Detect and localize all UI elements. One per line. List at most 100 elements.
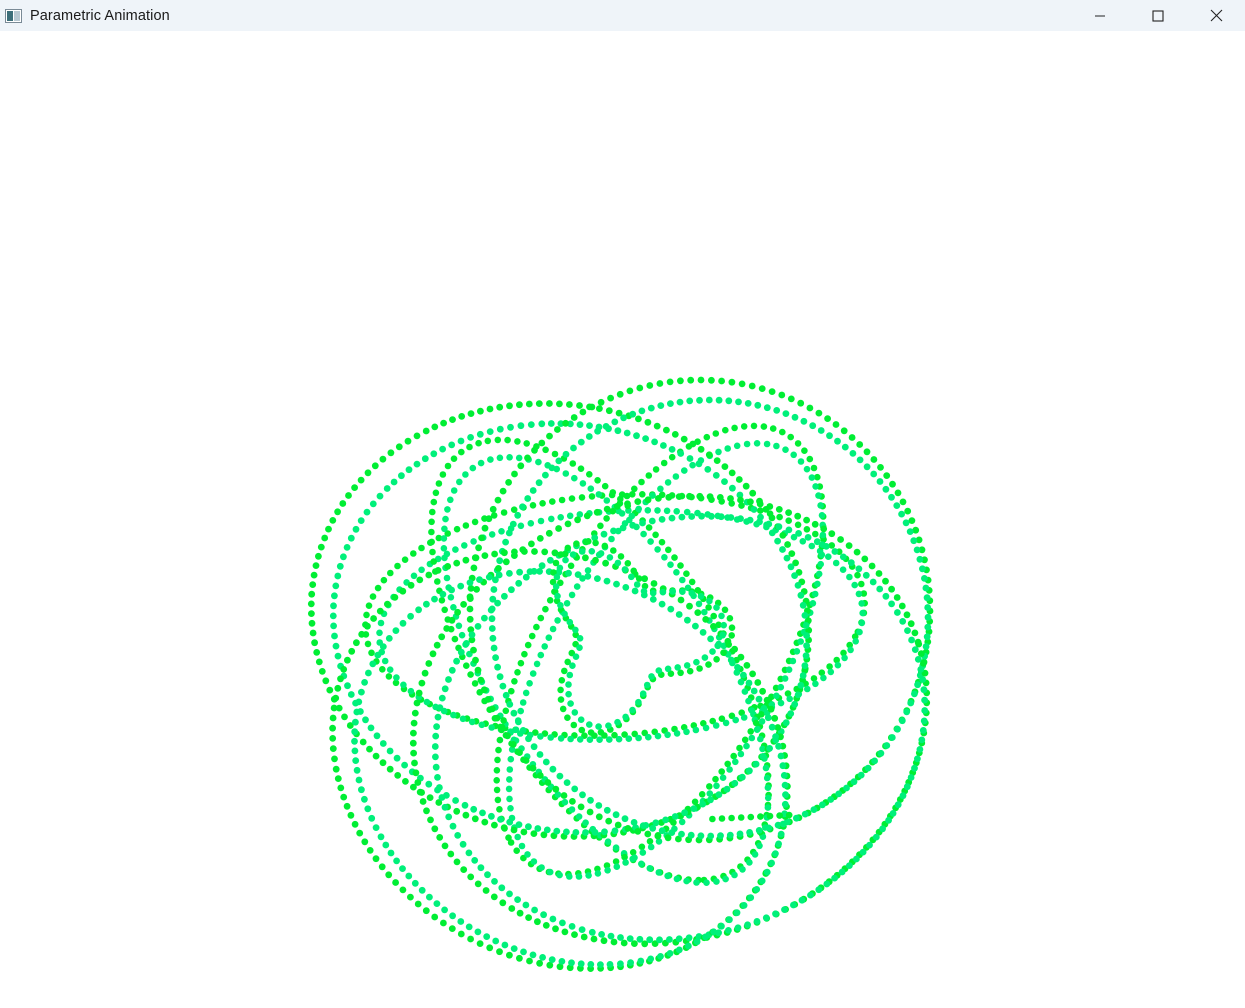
curve-dot (823, 880, 831, 888)
curve-dot (749, 489, 757, 497)
curve-dot (754, 401, 762, 409)
curve-dot (716, 494, 724, 501)
curve-dot (460, 866, 468, 873)
curve-dot (355, 776, 363, 784)
curve-dot (537, 517, 545, 525)
curve-dot (659, 588, 667, 596)
curve-dot (693, 658, 700, 666)
curve-dot (567, 700, 574, 707)
close-button[interactable] (1187, 0, 1245, 31)
curve-dot (596, 736, 603, 743)
curve-dot (522, 573, 530, 581)
curve-dot (703, 433, 711, 441)
curve-dot (425, 780, 433, 788)
curve-dot (683, 570, 690, 577)
curve-dot (582, 554, 589, 562)
curve-dot (648, 517, 656, 525)
curve-dot (702, 933, 709, 941)
curve-dot (639, 491, 646, 498)
curve-dot (502, 691, 510, 699)
curve-dot (646, 382, 654, 389)
curve-dot (479, 809, 486, 817)
curve-dot (340, 793, 348, 801)
curve-dot (680, 435, 688, 443)
curve-dot (785, 666, 793, 673)
curve-dot (696, 665, 703, 672)
title-bar[interactable]: Parametric Animation (0, 0, 1245, 31)
curve-dot (358, 688, 365, 696)
curve-dot (578, 926, 586, 933)
curve-dot (749, 670, 756, 678)
curve-dot (576, 635, 584, 642)
curve-dot (343, 802, 351, 810)
curve-dot (649, 589, 657, 597)
curve-dot (908, 636, 915, 644)
curve-dot (819, 801, 826, 809)
curve-dot (736, 744, 743, 752)
curve-dot (566, 401, 573, 408)
curve-dot (463, 662, 470, 669)
curve-dot (808, 474, 816, 481)
maximize-button[interactable] (1129, 0, 1187, 31)
curve-dot (595, 723, 602, 730)
curve-dot (359, 738, 367, 746)
curve-dot (531, 548, 538, 555)
curve-dot (727, 656, 735, 664)
curve-dot (707, 635, 714, 643)
curve-dot (614, 821, 622, 829)
curve-dot (336, 562, 344, 570)
curve-dot (517, 462, 525, 470)
curve-dot (692, 622, 699, 630)
minimize-button[interactable] (1071, 0, 1129, 31)
curve-dot (587, 729, 595, 736)
curve-dot (311, 639, 318, 647)
curve-dot (390, 478, 398, 486)
curve-dot (557, 686, 564, 694)
curve-dot (631, 485, 638, 493)
curve-dot (855, 565, 863, 573)
curve-dot (355, 698, 363, 706)
curve-dot (738, 380, 746, 388)
curve-dot (904, 507, 912, 515)
curve-dot (693, 938, 701, 946)
curve-dot (330, 704, 338, 712)
curve-dot (507, 423, 514, 431)
curve-dot (817, 560, 824, 568)
curve-dot (627, 959, 634, 966)
curve-dot (924, 613, 932, 621)
curve-dot (820, 525, 828, 533)
curve-dot (404, 437, 412, 445)
curve-dot (353, 766, 361, 774)
curve-dot (515, 821, 523, 828)
app-window-icon[interactable] (5, 8, 23, 24)
curve-dot (588, 548, 596, 555)
curve-dot (505, 529, 513, 537)
curve-dot (679, 576, 686, 584)
curve-dot (585, 872, 592, 879)
curve-dot (506, 402, 513, 410)
curve-dot (713, 878, 720, 885)
animation-canvas[interactable] (0, 31, 1245, 1008)
curve-dot (688, 589, 696, 597)
curve-dot (697, 593, 705, 600)
curve-dot (438, 694, 446, 702)
curve-dot (877, 749, 885, 757)
curve-dot (803, 642, 810, 649)
curve-dot (787, 710, 795, 717)
curve-dot (920, 686, 928, 694)
curve-dot (701, 654, 709, 661)
curve-dot (447, 496, 454, 504)
curve-dot (358, 630, 366, 638)
curve-dot (787, 433, 794, 441)
curve-dot (468, 718, 476, 726)
curve-dot (511, 548, 518, 556)
curve-dot (399, 886, 407, 894)
curve-dot (450, 711, 457, 719)
curve-dot (758, 385, 766, 392)
curve-dot (450, 487, 458, 494)
curve-dot (413, 432, 421, 440)
curve-dot (677, 377, 684, 385)
curve-dot (797, 399, 805, 407)
curve-dot (766, 745, 773, 752)
curve-dot (675, 935, 683, 943)
